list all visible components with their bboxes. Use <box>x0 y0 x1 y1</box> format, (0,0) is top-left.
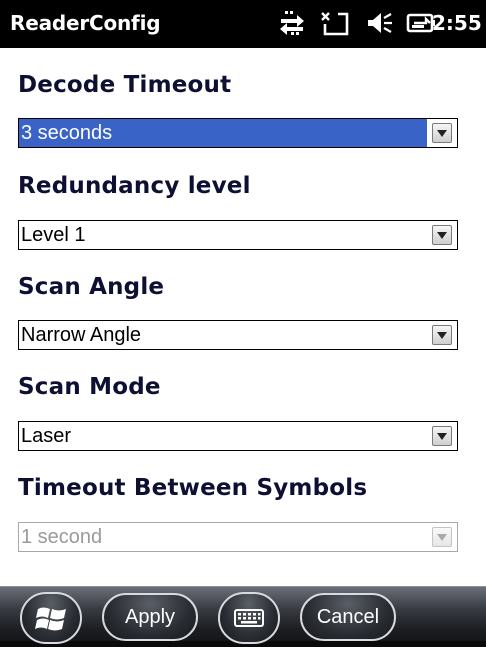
timeout-between-symbols-value: 1 second <box>21 526 103 548</box>
scan-mode-value: Laser <box>21 425 72 447</box>
app-title: ReaderConfig <box>10 11 161 35</box>
dropdown-arrow-icon <box>432 527 452 547</box>
softkey-bar: Apply Cancel <box>0 586 486 647</box>
start-button[interactable] <box>20 592 82 644</box>
clock: 2:55 <box>432 11 482 35</box>
apply-button-label: Apply <box>124 606 176 628</box>
reader-config-screen: ReaderConfig 2:55 Decode Timeout 3 secon… <box>0 0 486 647</box>
dropdown-arrow-icon[interactable] <box>432 225 452 245</box>
windows-start-icon <box>35 607 66 631</box>
scan-mode-dropdown[interactable]: Laser <box>18 421 458 451</box>
scan-angle-label: Scan Angle <box>18 274 165 300</box>
apply-button[interactable]: Apply <box>102 593 198 641</box>
data-connection-icon <box>280 11 304 35</box>
timeout-between-symbols-label: Timeout Between Symbols <box>18 475 368 501</box>
volume-muted-icon <box>368 13 392 33</box>
redundancy-level-dropdown[interactable]: Level 1 <box>18 220 458 250</box>
dropdown-arrow-icon[interactable] <box>432 123 452 143</box>
redundancy-level-label: Redundancy level <box>18 173 251 199</box>
dropdown-arrow-icon[interactable] <box>432 426 452 446</box>
keyboard-icon <box>234 609 264 627</box>
decode-timeout-dropdown[interactable]: 3 seconds <box>18 118 458 148</box>
cancel-button-label: Cancel <box>316 606 380 628</box>
scan-angle-dropdown[interactable]: Narrow Angle <box>18 320 458 350</box>
timeout-between-symbols-dropdown: 1 second <box>18 522 458 552</box>
no-signal-icon <box>321 12 349 36</box>
title-bar: ReaderConfig 2:55 <box>0 0 486 48</box>
dropdown-arrow-icon[interactable] <box>432 325 452 345</box>
keyboard-button[interactable] <box>218 592 280 644</box>
cancel-button[interactable]: Cancel <box>300 593 396 641</box>
decode-timeout-label: Decode Timeout <box>18 72 232 98</box>
scan-mode-label: Scan Mode <box>18 374 161 400</box>
redundancy-level-value: Level 1 <box>21 224 86 246</box>
decode-timeout-value: 3 seconds <box>19 119 427 147</box>
scan-angle-value: Narrow Angle <box>21 324 142 346</box>
